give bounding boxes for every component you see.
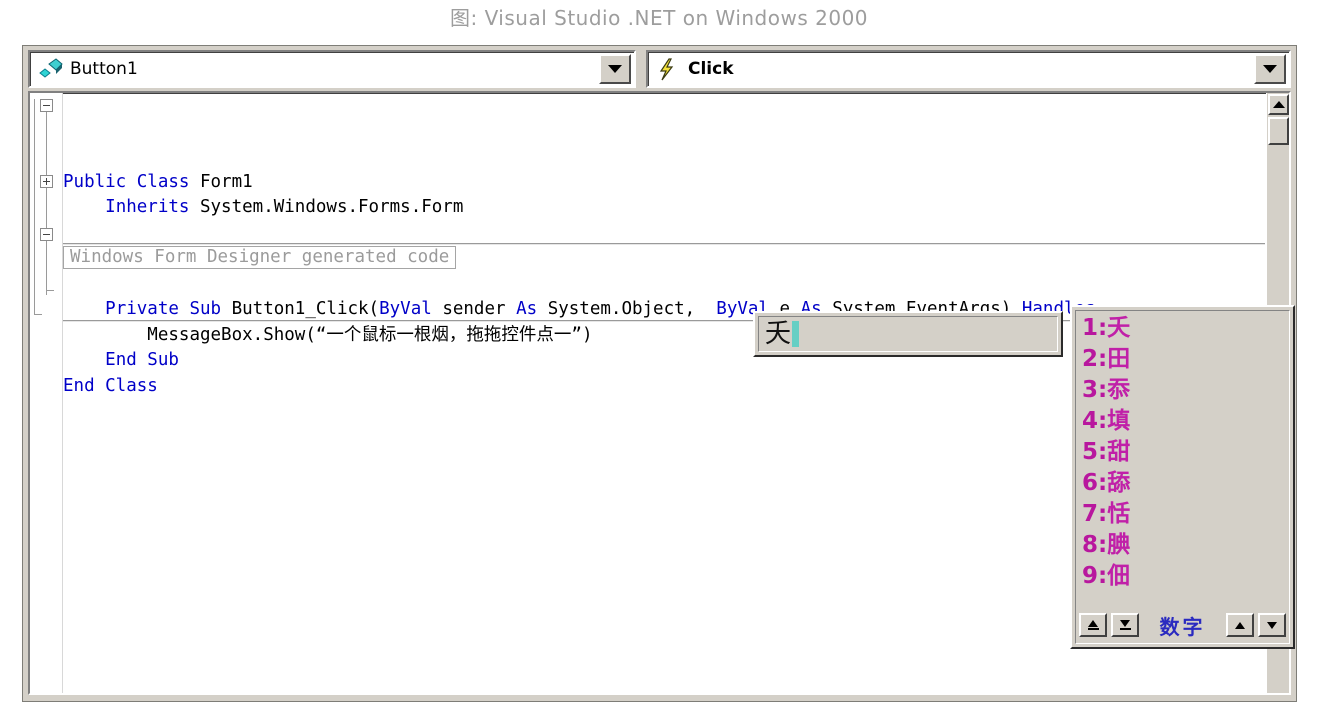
- fold-toggle-sub[interactable]: [40, 228, 53, 241]
- triangle-up-icon: [1235, 621, 1245, 629]
- code-separator-line: [63, 243, 1265, 245]
- object-combobox[interactable]: Button1: [28, 50, 636, 88]
- code-token: Private Sub: [105, 299, 232, 319]
- code-token: End Class: [63, 375, 158, 396]
- ime-candidate-item[interactable]: 9:佃: [1082, 561, 1287, 592]
- ime-candidate-char: 舔: [1107, 470, 1131, 496]
- code-token: ByVal: [379, 299, 443, 319]
- ime-candidate-char: 甜: [1107, 439, 1131, 465]
- page-down-button[interactable]: [1258, 613, 1286, 637]
- ime-candidate-index: 6:: [1082, 470, 1108, 496]
- fold-end-tick: [34, 314, 42, 315]
- fold-toggle-region[interactable]: [40, 175, 53, 188]
- collapsed-region-box[interactable]: Windows Form Designer generated code: [63, 246, 457, 269]
- event-combobox-dropdown[interactable]: [1254, 54, 1286, 84]
- ime-composition-text: 夭: [765, 319, 792, 349]
- code-token: System.Object,: [547, 299, 717, 319]
- ime-composition-field[interactable]: 夭: [758, 316, 1058, 352]
- code-token: Form1: [199, 171, 253, 192]
- object-combobox-value: Button1: [70, 59, 138, 79]
- vb-object-icon: [34, 55, 64, 83]
- ime-composition-window[interactable]: 夭: [753, 311, 1063, 357]
- ime-candidate-item[interactable]: 8:腆: [1082, 530, 1287, 561]
- ime-candidate-footer: 数字: [1079, 609, 1286, 641]
- ime-candidate-index: 3:: [1082, 377, 1108, 403]
- ime-candidate-index: 5:: [1082, 439, 1108, 465]
- lightning-bolt-icon: [652, 55, 682, 83]
- code-token: MessageBox.Show(“一个鼠标一根烟，拖拖控件点一”): [147, 324, 593, 345]
- code-token: Inherits: [105, 197, 200, 217]
- fold-connector-outer: [34, 99, 35, 315]
- code-token: As: [516, 299, 548, 319]
- chevron-down-icon: [1263, 65, 1277, 73]
- ime-candidate-char: 佃: [1107, 563, 1131, 589]
- ime-candidate-char: 田: [1107, 346, 1131, 372]
- event-combobox[interactable]: Click: [646, 50, 1291, 88]
- scroll-up-button[interactable]: [1268, 94, 1289, 115]
- code-token: sender: [442, 299, 517, 319]
- code-line: Inherits System.Windows.Forms.Form: [63, 195, 1265, 221]
- ime-candidate-item[interactable]: 5:甜: [1082, 437, 1287, 468]
- ime-candidate-char: 恬: [1107, 501, 1131, 527]
- editor-navigation-bar: Button1 Click: [23, 46, 1296, 91]
- ime-candidate-char: 忝: [1107, 377, 1131, 403]
- first-page-bar: [1087, 628, 1099, 630]
- text-caret: [792, 321, 800, 347]
- code-line: Windows Form Designer generated code: [63, 246, 1265, 272]
- code-token: End Sub: [105, 350, 179, 370]
- triangle-up-icon: [1272, 101, 1285, 108]
- fold-toggle-class[interactable]: [40, 99, 53, 112]
- ime-candidate-panel: 1:夭 2:田 3:忝 4:填 5:甜 6:舔 7:恬 8:腆 9:佃 数字: [1075, 310, 1290, 644]
- ime-candidate-index: 1:: [1082, 315, 1108, 341]
- ime-candidate-item[interactable]: 1:夭: [1082, 313, 1287, 344]
- object-combobox-dropdown[interactable]: [599, 54, 631, 84]
- chevron-down-icon: [608, 65, 622, 73]
- fold-end-tick: [46, 290, 54, 291]
- ime-candidate-char: 夭: [1107, 315, 1131, 341]
- page-first-button[interactable]: [1079, 613, 1107, 637]
- ime-candidate-item[interactable]: 3:忝: [1082, 375, 1287, 406]
- code-token: System.Windows.Forms.Form: [199, 197, 464, 217]
- code-token: Public Class: [63, 171, 200, 192]
- ime-candidate-index: 8:: [1082, 532, 1108, 558]
- ime-candidate-item[interactable]: 2:田: [1082, 344, 1287, 375]
- ime-candidate-index: 9:: [1082, 563, 1108, 589]
- ime-candidate-index: 2:: [1082, 346, 1108, 372]
- fold-connector: [46, 112, 47, 182]
- ime-candidate-index: 4:: [1082, 408, 1108, 434]
- figure-caption: 图: Visual Studio .NET on Windows 2000: [449, 5, 869, 30]
- first-page-icon: [1088, 620, 1098, 627]
- page-last-button[interactable]: [1111, 613, 1139, 637]
- code-line: Public Class Form1: [63, 170, 1265, 196]
- event-combobox-value: Click: [688, 59, 734, 79]
- ime-candidate-item[interactable]: 6:舔: [1082, 468, 1287, 499]
- code-folding-margin[interactable]: [30, 93, 63, 693]
- last-page-bar: [1119, 628, 1131, 630]
- scroll-thumb[interactable]: [1268, 117, 1289, 145]
- ime-mode-label: 数字: [1159, 614, 1206, 639]
- ime-candidate-item[interactable]: 7:恬: [1082, 499, 1287, 530]
- code-token: Button1_Click(: [231, 299, 380, 319]
- ime-candidate-char: 填: [1107, 408, 1131, 434]
- page-up-button[interactable]: [1226, 613, 1254, 637]
- fold-connector: [46, 241, 47, 295]
- triangle-down-icon: [1267, 621, 1277, 629]
- last-page-icon: [1120, 620, 1130, 627]
- ime-candidate-item[interactable]: 4:填: [1082, 406, 1287, 437]
- ime-candidate-char: 腆: [1107, 532, 1131, 558]
- ime-candidate-window[interactable]: 1:夭 2:田 3:忝 4:填 5:甜 6:舔 7:恬 8:腆 9:佃 数字: [1070, 305, 1295, 649]
- ime-candidate-index: 7:: [1082, 501, 1108, 527]
- ime-candidate-list[interactable]: 1:夭 2:田 3:忝 4:填 5:甜 6:舔 7:恬 8:腆 9:佃: [1082, 313, 1287, 605]
